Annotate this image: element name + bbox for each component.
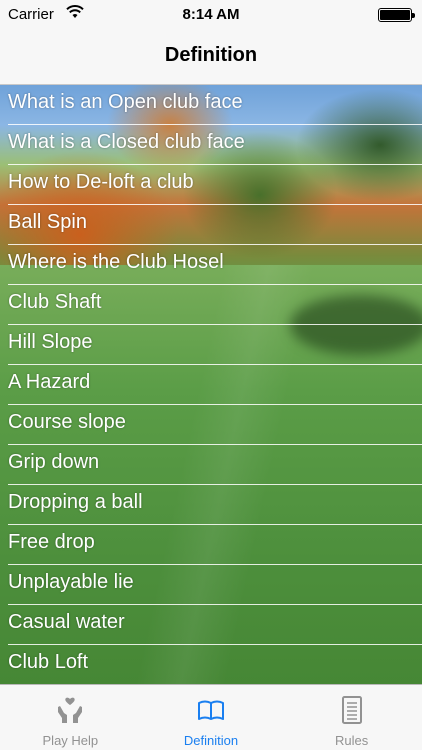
list-item[interactable]: Where is the Club Hosel [0,245,422,285]
tab-label: Rules [335,733,369,748]
list-item[interactable]: How to De-loft a club [0,165,422,205]
list-item-label: How to De-loft a club [8,171,194,193]
tab-label: Play Help [42,733,99,748]
list-item-label: Club Shaft [8,291,102,313]
definition-list: What is an Open club face What is a Clos… [0,85,422,684]
list-item-label: Where is the Club Hosel [8,251,224,273]
list-item[interactable]: Course slope [0,405,422,445]
hands-heart-icon [58,697,83,723]
status-bar: Carrier 8:14 AM [0,0,422,30]
list-item-label: Hill Slope [8,331,93,353]
battery-icon [378,8,415,22]
list-item[interactable]: Hill Slope [0,325,422,365]
list-item-label: What is an Open club face [8,91,243,113]
list-item[interactable]: Dropping a ball [0,485,422,525]
list-item[interactable]: Casual water [0,605,422,645]
list-item[interactable]: Ball Spin [0,205,422,245]
document-list-icon [341,696,362,724]
tab-label: Definition [183,733,239,748]
list-item[interactable]: Club Loft [0,645,422,684]
list-item-label: Grip down [8,451,100,473]
page-title: Definition [164,44,258,66]
list-item-label: Free drop [8,531,95,553]
tab-play-help[interactable]: Play Help [0,685,141,750]
list-item-label: Course slope [8,411,126,433]
list-item[interactable]: Unplayable lie [0,565,422,605]
list-item[interactable]: What is a Closed club face [0,125,422,165]
list-item-label: What is a Closed club face [8,131,245,153]
list-item-label: Ball Spin [8,211,87,233]
list-item-label: Unplayable lie [8,571,134,593]
tab-definition[interactable]: Definition [141,685,282,750]
open-book-icon [198,700,224,720]
list-item-label: Casual water [8,611,125,633]
list-item[interactable]: What is an Open club face [0,85,422,125]
list-item-label: Club Loft [8,651,89,673]
definition-list-view[interactable]: What is an Open club face What is a Clos… [0,85,422,684]
tab-rules[interactable]: Rules [281,685,422,750]
list-item[interactable]: A Hazard [0,365,422,405]
tab-bar: Play Help Definition Rules [0,684,422,750]
list-item[interactable]: Grip down [0,445,422,485]
list-item[interactable]: Free drop [0,525,422,565]
navigation-header: Carrier 8:14 AM Definition [0,0,422,85]
list-item-label: Dropping a ball [8,491,143,513]
list-item-label: A Hazard [8,371,91,393]
clock: 8:14 AM [182,6,240,23]
list-item[interactable]: Club Shaft [0,285,422,325]
